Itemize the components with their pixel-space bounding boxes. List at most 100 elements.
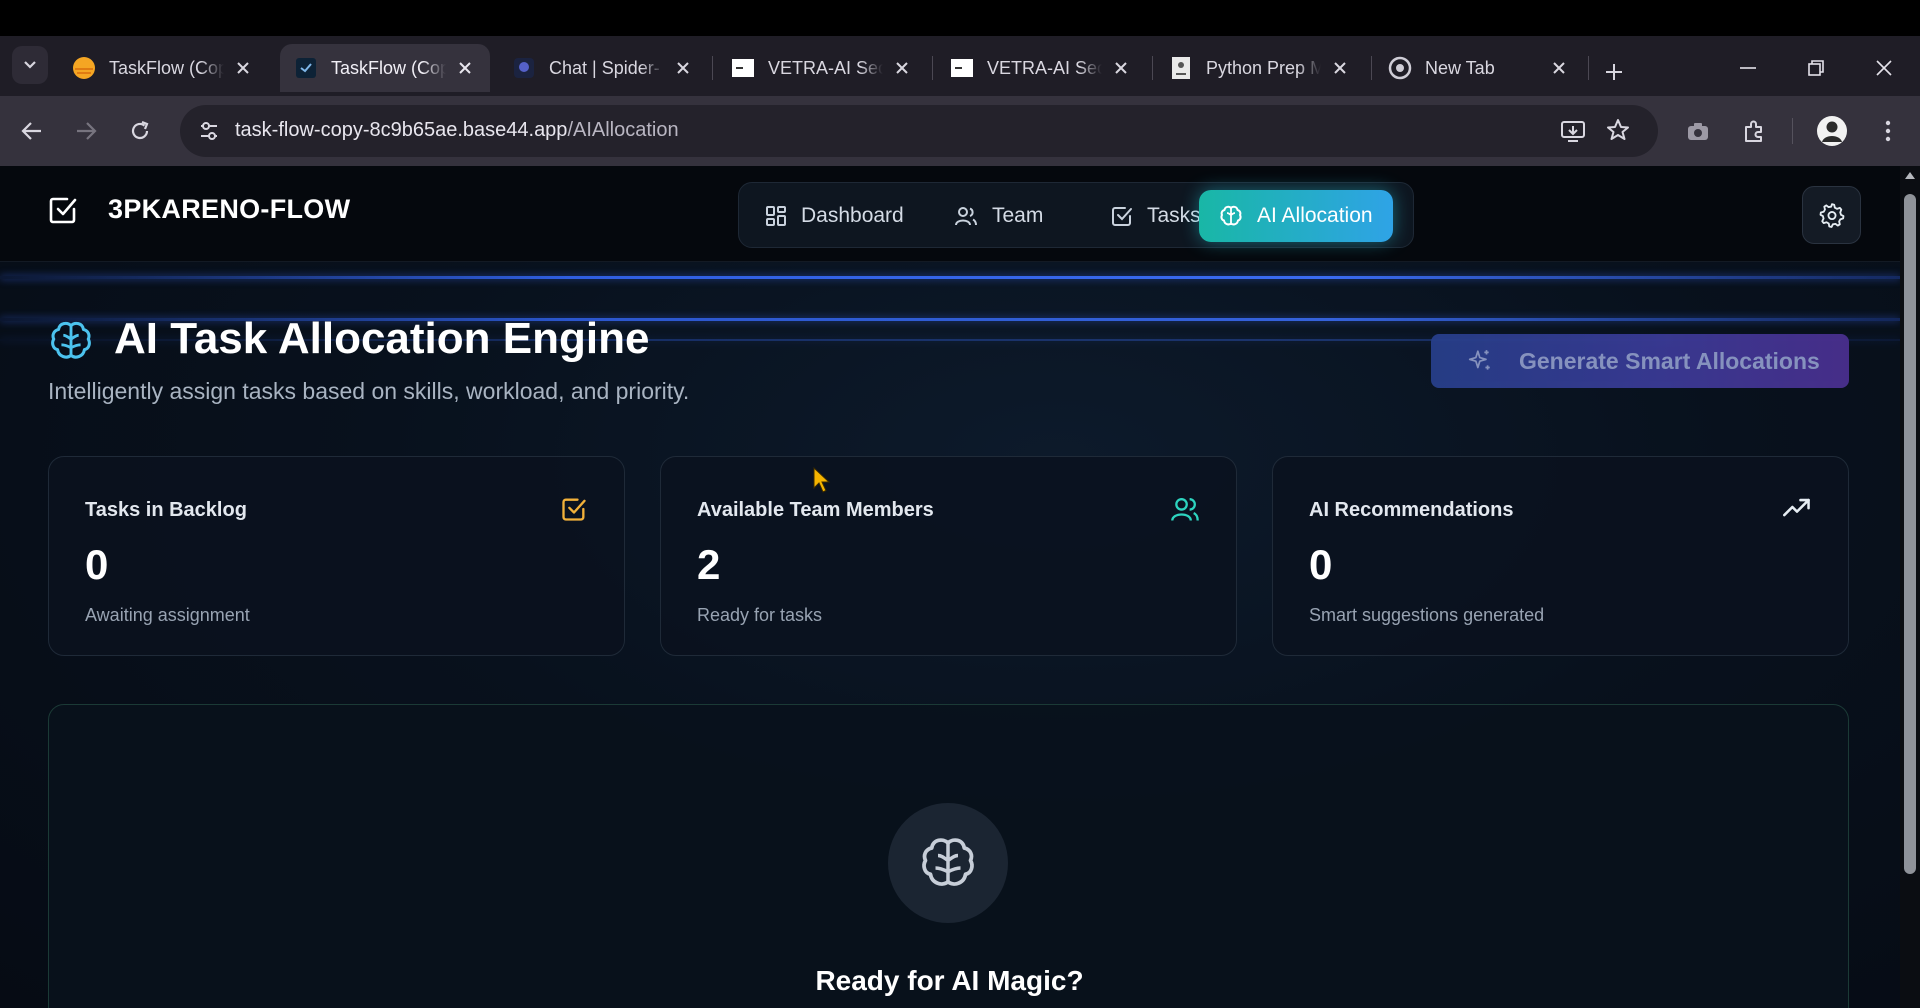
- sparkles-icon: [1468, 350, 1490, 370]
- stat-card-team-members: Available Team Members 2 Ready for tasks: [660, 456, 1237, 656]
- close-icon[interactable]: [1548, 57, 1570, 79]
- mouse-cursor-icon: [813, 466, 831, 493]
- nav-team[interactable]: Team: [934, 190, 1063, 242]
- tab-search-button[interactable]: [12, 46, 48, 84]
- chrome-icon: [1388, 56, 1412, 80]
- check-square-icon: [49, 197, 77, 223]
- page-icon: [950, 56, 974, 80]
- stat-value: 0: [1309, 541, 1333, 588]
- camera-icon: [1688, 123, 1708, 140]
- tab-title: VETRA-AI Sec: [768, 57, 883, 78]
- reload-button[interactable]: [122, 113, 158, 149]
- extensions-button[interactable]: [1736, 113, 1772, 149]
- scroll-up-arrow-icon[interactable]: [1905, 172, 1915, 179]
- bookmark-star-icon[interactable]: [1606, 118, 1630, 142]
- brain-icon: [51, 321, 91, 359]
- restore-button[interactable]: [1796, 50, 1836, 86]
- browser-tab[interactable]: New Tab: [1374, 44, 1584, 92]
- close-window-button[interactable]: [1864, 50, 1904, 86]
- browser-toolbar: task-flow-copy-8c9b65ae.base44.app/AIAll…: [0, 96, 1920, 166]
- app-page: 3PKARENO-FLOW Dashboard Team Tasks AI Al…: [0, 166, 1920, 1008]
- more-vertical-icon: [1885, 120, 1891, 142]
- forward-button[interactable]: [68, 113, 104, 149]
- close-icon[interactable]: [232, 57, 254, 79]
- nav-ai-allocation-label: AI Allocation: [1257, 204, 1373, 227]
- nav-team-label: Team: [992, 204, 1044, 227]
- main-nav: Dashboard Team Tasks AI Allocation: [738, 182, 1414, 248]
- browser-tab[interactable]: TaskFlow (Cop: [58, 44, 268, 92]
- page-icon: [731, 56, 755, 80]
- orange-circle-icon: [72, 56, 96, 80]
- nav-ai-allocation[interactable]: AI Allocation: [1199, 190, 1393, 242]
- browser-tab[interactable]: Python Prep M: [1155, 44, 1365, 92]
- allocation-empty-state: Ready for AI Magic?: [48, 704, 1849, 1008]
- back-button[interactable]: [14, 113, 50, 149]
- stat-note: Awaiting assignment: [85, 605, 250, 625]
- site-settings-icon[interactable]: [198, 120, 220, 142]
- tab-title: TaskFlow (Cop: [109, 57, 224, 78]
- tab-title: Python Prep M: [1206, 57, 1321, 78]
- address-bar[interactable]: task-flow-copy-8c9b65ae.base44.app/AIAll…: [180, 105, 1658, 157]
- tab-divider: [1588, 56, 1589, 80]
- scrollbar-thumb[interactable]: [1904, 194, 1916, 874]
- window-top-strip: [0, 0, 1920, 36]
- new-tab-button[interactable]: [1596, 54, 1632, 90]
- stat-value: 2: [697, 541, 721, 588]
- minimize-icon: [1740, 67, 1756, 69]
- stat-label: Tasks in Backlog: [85, 499, 247, 521]
- page-title: AI Task Allocation Engine: [114, 314, 650, 363]
- browser-tab[interactable]: VETRA-AI Sec: [717, 44, 927, 92]
- tab-divider: [932, 56, 933, 80]
- url-text[interactable]: task-flow-copy-8c9b65ae.base44.app/AIAll…: [235, 119, 679, 142]
- plus-icon: [1606, 64, 1622, 80]
- empty-state-title: Ready for AI Magic?: [815, 965, 1084, 996]
- install-app-icon[interactable]: [1560, 119, 1586, 143]
- generate-smart-allocations-button[interactable]: Generate Smart Allocations: [1431, 334, 1849, 388]
- page-subtitle: Intelligently assign tasks based on skil…: [48, 378, 690, 404]
- document-icon: [1169, 56, 1193, 80]
- settings-button[interactable]: [1802, 186, 1861, 244]
- decorative-light-streak: [0, 276, 1900, 279]
- brain-icon: [1220, 205, 1242, 226]
- app-navbar: 3PKARENO-FLOW Dashboard Team Tasks AI Al…: [0, 166, 1900, 262]
- profile-avatar[interactable]: [1814, 113, 1850, 149]
- stat-value: 0: [85, 541, 109, 588]
- browser-tab[interactable]: VETRA-AI Sec: [936, 44, 1146, 92]
- users-icon: [1171, 498, 1199, 521]
- close-icon[interactable]: [1329, 57, 1351, 79]
- stat-card-backlog: Tasks in Backlog 0 Awaiting assignment: [48, 456, 625, 656]
- stat-note: Smart suggestions generated: [1309, 605, 1545, 625]
- browser-menu-button[interactable]: [1870, 113, 1906, 149]
- reload-icon: [131, 120, 149, 140]
- chat-icon: [512, 56, 536, 80]
- tab-title: TaskFlow (Cop: [331, 57, 446, 78]
- restore-icon: [1808, 60, 1824, 76]
- users-icon: [955, 207, 977, 226]
- arrow-left-icon: [21, 122, 41, 140]
- brand[interactable]: 3PKARENO-FLOW: [48, 194, 350, 225]
- nav-dashboard[interactable]: Dashboard: [745, 190, 924, 242]
- close-icon[interactable]: [1110, 57, 1132, 79]
- stat-card-ai-recommendations: AI Recommendations 0 Smart suggestions g…: [1272, 456, 1849, 656]
- taskflow-icon: [294, 56, 318, 80]
- dashboard-icon: [766, 206, 786, 226]
- brain-icon: [922, 838, 974, 886]
- toolbar-divider: [1792, 118, 1793, 144]
- empty-state-icon-circle: [888, 803, 1008, 923]
- close-icon[interactable]: [454, 57, 476, 79]
- minimize-button[interactable]: [1728, 50, 1768, 86]
- tab-divider: [1371, 56, 1372, 80]
- tab-divider: [1152, 56, 1153, 80]
- arrow-right-icon: [77, 122, 97, 140]
- browser-tab[interactable]: Chat | Spider-: [498, 44, 708, 92]
- close-icon[interactable]: [891, 57, 913, 79]
- screenshot-button[interactable]: [1680, 113, 1716, 149]
- tab-divider: [712, 56, 713, 80]
- tab-strip: TaskFlow (Cop TaskFlow (Cop Chat | Spide…: [0, 36, 1920, 96]
- close-icon[interactable]: [672, 57, 694, 79]
- stat-note: Ready for tasks: [697, 605, 823, 625]
- page-scrollbar[interactable]: [1900, 166, 1920, 1008]
- trending-up-icon: [1783, 498, 1810, 517]
- nav-dashboard-label: Dashboard: [801, 204, 904, 227]
- browser-tab-active[interactable]: TaskFlow (Cop: [280, 44, 490, 92]
